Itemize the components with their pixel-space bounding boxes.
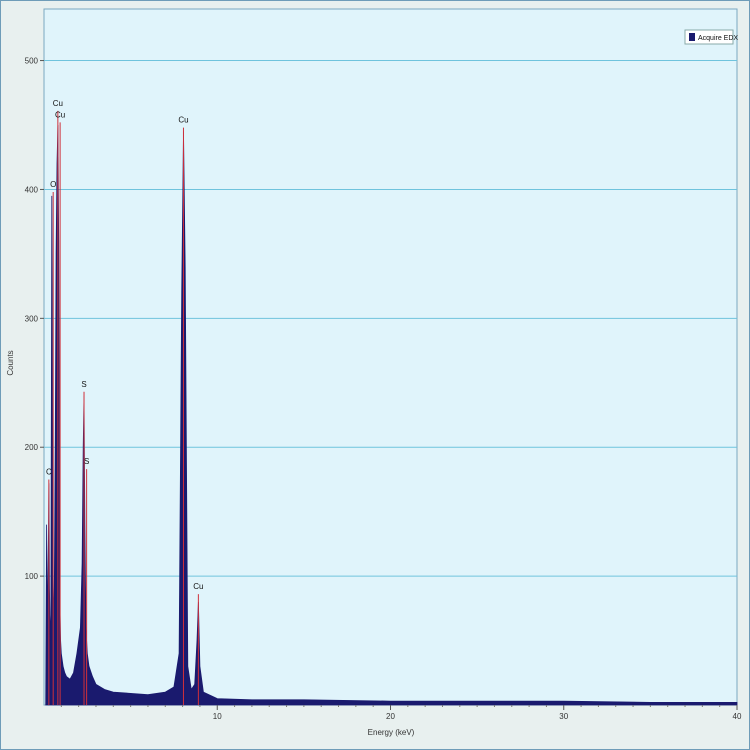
chart-frame: 100 200 300 400 500 10 20 30 40 C O Cu Cu S S Cu Cu En… [0,0,750,750]
legend-label: Acquire EDX [698,35,738,42]
peak-label: Cu [55,110,65,119]
peak-label: O [50,180,56,189]
x-tick-label: 30 [559,712,568,721]
y-tick-label: 400 [25,185,39,194]
peak-label: Cu [178,116,188,125]
x-axis-ticks: 10 20 30 40 [60,705,742,721]
legend-swatch [689,33,695,41]
y-tick-label: 100 [25,572,39,581]
y-tick-label: 500 [25,57,39,66]
legend: Acquire EDX [684,29,738,45]
edx-spectrum-chart: 100 200 300 400 500 10 20 30 40 C O Cu Cu S S Cu Cu En… [6,8,742,737]
y-axis-ticks: 100 200 300 400 500 [25,57,44,581]
x-axis-title: Energy (keV) [368,728,415,737]
peak-label: Cu [53,99,63,108]
peak-label: C [46,467,52,476]
x-tick-label: 10 [213,712,222,721]
y-axis-title: Counts [6,350,15,375]
x-tick-label: 40 [733,712,742,721]
peak-label: S [84,457,89,466]
plot-area [43,8,738,706]
peak-label: Cu [193,582,203,591]
peak-label: S [81,380,86,389]
y-tick-label: 300 [25,314,39,323]
y-tick-label: 200 [25,443,39,452]
x-tick-label: 20 [386,712,395,721]
